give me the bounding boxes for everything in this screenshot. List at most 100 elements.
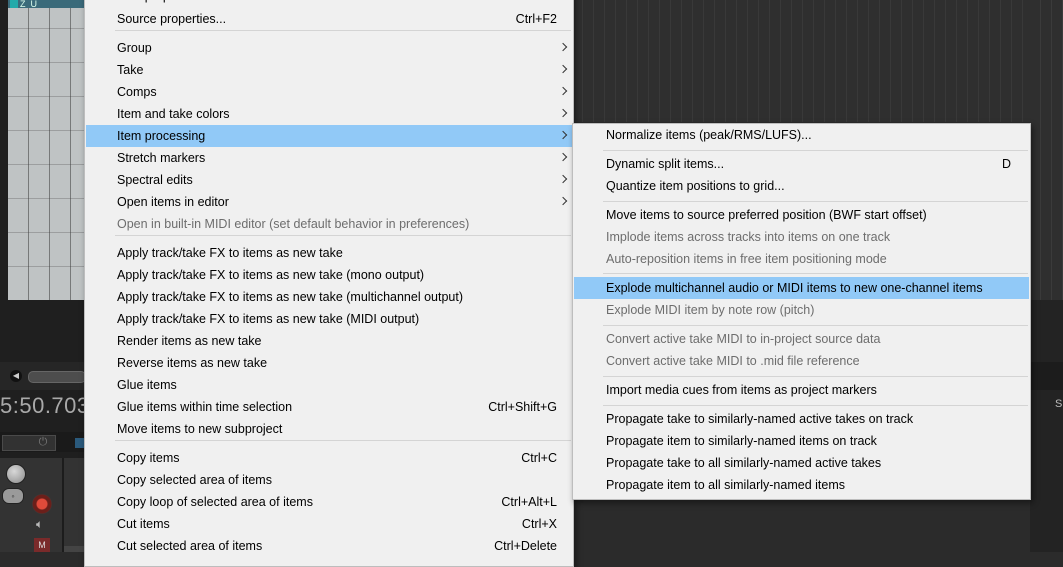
- time-display: 5:50.703: [0, 393, 84, 418]
- menu-item-label: Render items as new take: [117, 334, 262, 348]
- menu-item-explode-midi-item-by-note-row-pitch[interactable]: Explode MIDI item by note row (pitch): [574, 299, 1029, 321]
- menu-item-label: Import media cues from items as project …: [606, 383, 877, 397]
- menu-item-label: Convert active take MIDI to in-project s…: [606, 332, 881, 346]
- menu-item-convert-active-take-midi-to-in-project-source-da[interactable]: Convert active take MIDI to in-project s…: [574, 328, 1029, 350]
- menu-item-shortcut: Ctrl+X: [521, 517, 557, 531]
- menu-item-item-properties[interactable]: Item properties... F2: [86, 0, 572, 7]
- menu-item-label: Dynamic split items...: [606, 157, 725, 171]
- chevron-right-icon: [558, 174, 568, 184]
- menu-item-label: Glue items within time selection: [117, 400, 293, 414]
- record-arm-button[interactable]: [32, 494, 52, 514]
- menu-item-apply-track-take-fx-to-items-as-new-take-multich[interactable]: Apply track/take FX to items as new take…: [86, 286, 572, 308]
- menu-item-shortcut: D: [1001, 157, 1011, 171]
- menu-item-label: Apply track/take FX to items as new take: [117, 246, 343, 260]
- menu-item-glue-items-within-time-selection[interactable]: Glue items within time selection Ctrl+Shi…: [86, 396, 572, 418]
- chevron-right-icon: [558, 152, 568, 162]
- power-icon[interactable]: ⏻: [37, 435, 49, 449]
- pan-knob[interactable]: ◦: [2, 488, 24, 504]
- menu-item-label: Cut items: [117, 517, 170, 531]
- menu-separator: [603, 273, 1028, 274]
- menu-item-item-and-take-colors[interactable]: Item and take colors: [86, 103, 572, 125]
- menu-item-label: Quantize item positions to grid...: [606, 179, 785, 193]
- media-item-title-text: Z_U: [20, 0, 38, 8]
- chevron-right-icon: [558, 64, 568, 74]
- speaker-icon[interactable]: 🔈︎: [36, 517, 43, 532]
- menu-item-implode-items-across-tracks-into-items-on-one-tr[interactable]: Implode items across tracks into items o…: [574, 226, 1029, 248]
- menu-separator: [603, 405, 1028, 406]
- menu-item-cut-selected-area-of-items[interactable]: Cut selected area of items Ctrl+Delete: [86, 535, 572, 557]
- menu-item-propagate-take-to-similarly-named-active-takes-o[interactable]: Propagate take to similarly-named active…: [574, 408, 1029, 430]
- arrange-view-top: [572, 0, 1030, 122]
- menu-item-group[interactable]: Group: [86, 37, 572, 59]
- menu-item-propagate-item-to-similarly-named-items-on-track[interactable]: Propagate item to similarly-named items …: [574, 430, 1029, 452]
- menu-item-label: Apply track/take FX to items as new take…: [117, 312, 420, 326]
- menu-item-take[interactable]: Take: [86, 59, 572, 81]
- track-divider: [62, 458, 64, 552]
- menu-item-quantize-item-positions-to-grid[interactable]: Quantize item positions to grid...: [574, 175, 1029, 197]
- media-item[interactable]: [8, 0, 85, 300]
- menu-item-stretch-markers[interactable]: Stretch markers: [86, 147, 572, 169]
- track-control[interactable]: [64, 546, 84, 552]
- menu-item-source-properties[interactable]: Source properties... Ctrl+F2: [86, 8, 572, 30]
- menu-item-label: Item properties...: [117, 0, 211, 7]
- menu-item-item-processing[interactable]: Item processing: [86, 125, 572, 147]
- scrollbar-right[interactable]: [1030, 362, 1063, 390]
- menu-item-open-in-built-in-midi-editor-set-default-behavio[interactable]: Open in built-in MIDI editor (set defaul…: [86, 213, 572, 235]
- menu-item-spectral-edits[interactable]: Spectral edits: [86, 169, 572, 191]
- menu-item-apply-track-take-fx-to-items-as-new-take-midi-ou[interactable]: Apply track/take FX to items as new take…: [86, 308, 572, 330]
- menu-item-glue-items[interactable]: Glue items: [86, 374, 572, 396]
- menu-item-label: Implode items across tracks into items o…: [606, 230, 891, 244]
- scrollbar-thumb[interactable]: [28, 371, 86, 383]
- menu-item-comps[interactable]: Comps: [86, 81, 572, 103]
- menu-item-label: Explode multichannel audio or MIDI items…: [606, 281, 983, 295]
- menu-separator: [603, 150, 1028, 151]
- menu-item-label: Spectral edits: [117, 173, 193, 187]
- scroll-left-icon[interactable]: ◀: [10, 370, 22, 382]
- menu-item-move-items-to-source-preferred-position-bwf-star[interactable]: Move items to source preferred position …: [574, 204, 1029, 226]
- menu-separator: [115, 30, 571, 31]
- menu-item-normalize-items-peak-rms-lufs[interactable]: Normalize items (peak/RMS/LUFS)...: [574, 124, 1029, 146]
- menu-item-shortcut: Ctrl+Shift+G: [488, 400, 557, 414]
- menu-item-copy-selected-area-of-items[interactable]: Copy selected area of items: [86, 469, 572, 491]
- menu-item-open-items-in-editor[interactable]: Open items in editor: [86, 191, 572, 213]
- menu-item-label: Propagate item to all similarly-named it…: [606, 478, 845, 492]
- menu-item-label: Item processing: [117, 129, 206, 143]
- menu-item-apply-track-take-fx-to-items-as-new-take-mono-ou[interactable]: Apply track/take FX to items as new take…: [86, 264, 572, 286]
- menu-item-convert-active-take-midi-to-mid-file-reference[interactable]: Convert active take MIDI to .mid file re…: [574, 350, 1029, 372]
- meter-indicator: [75, 438, 84, 448]
- menu-item-label: Explode MIDI item by note row (pitch): [606, 303, 815, 317]
- menu-item-label: Apply track/take FX to items as new take…: [117, 290, 463, 304]
- menu-item-label: Propagate item to similarly-named items …: [606, 434, 877, 448]
- item-processing-submenu: Normalize items (peak/RMS/LUFS)... Dynami…: [572, 123, 1031, 500]
- menu-item-copy-loop-of-selected-area-of-items[interactable]: Copy loop of selected area of items Ctrl+…: [86, 491, 572, 513]
- item-context-menu: Item properties...F2Source properties...…: [84, 0, 574, 567]
- menu-item-propagate-take-to-all-similarly-named-active-tak[interactable]: Propagate take to all similarly-named ac…: [574, 452, 1029, 474]
- menu-item-label: Stretch markers: [117, 151, 206, 165]
- volume-knob[interactable]: [6, 464, 26, 484]
- menu-separator: [603, 201, 1028, 202]
- menu-item-apply-track-take-fx-to-items-as-new-take[interactable]: Apply track/take FX to items as new take: [86, 242, 572, 264]
- menu-item-label: Propagate take to similarly-named active…: [606, 412, 914, 426]
- menu-item-render-items-as-new-take[interactable]: Render items as new take: [86, 330, 572, 352]
- menu-item-cut-items[interactable]: Cut items Ctrl+X: [86, 513, 572, 535]
- menu-item-dynamic-split-items[interactable]: Dynamic split items... D: [574, 153, 1029, 175]
- mute-button[interactable]: M: [34, 538, 50, 552]
- menu-item-label: Open in built-in MIDI editor (set defaul…: [117, 217, 470, 231]
- menu-item-copy-items[interactable]: Copy items Ctrl+C: [86, 447, 572, 469]
- menu-item-import-media-cues-from-items-as-project-markers[interactable]: Import media cues from items as project …: [574, 379, 1029, 401]
- menu-item-move-items-to-new-subproject[interactable]: Move items to new subproject: [86, 418, 572, 440]
- menu-item-reverse-items-as-new-take[interactable]: Reverse items as new take: [86, 352, 572, 374]
- menu-separator: [115, 440, 571, 441]
- menu-item-label: Move items to new subproject: [117, 422, 283, 436]
- menu-item-label: Apply track/take FX to items as new take…: [117, 268, 425, 282]
- menu-item-label: Cut selected area of items: [117, 539, 263, 553]
- fx-button[interactable]: [64, 488, 84, 502]
- menu-item-propagate-item-to-all-similarly-named-items[interactable]: Propagate item to all similarly-named it…: [574, 474, 1029, 496]
- menu-item-label: Auto-reposition items in free item posit…: [606, 252, 887, 266]
- menu-item-explode-multichannel-audio-or-midi-items-to-new-[interactable]: Explode multichannel audio or MIDI items…: [574, 277, 1029, 299]
- menu-item-label: Open items in editor: [117, 195, 229, 209]
- arrange-view-bottom: [572, 500, 1030, 552]
- menu-item-auto-reposition-items-in-free-item-positioning-m[interactable]: Auto-reposition items in free item posit…: [574, 248, 1029, 270]
- media-item-title: Z_U: [8, 0, 86, 8]
- menu-item-label: Reverse items as new take: [117, 356, 268, 370]
